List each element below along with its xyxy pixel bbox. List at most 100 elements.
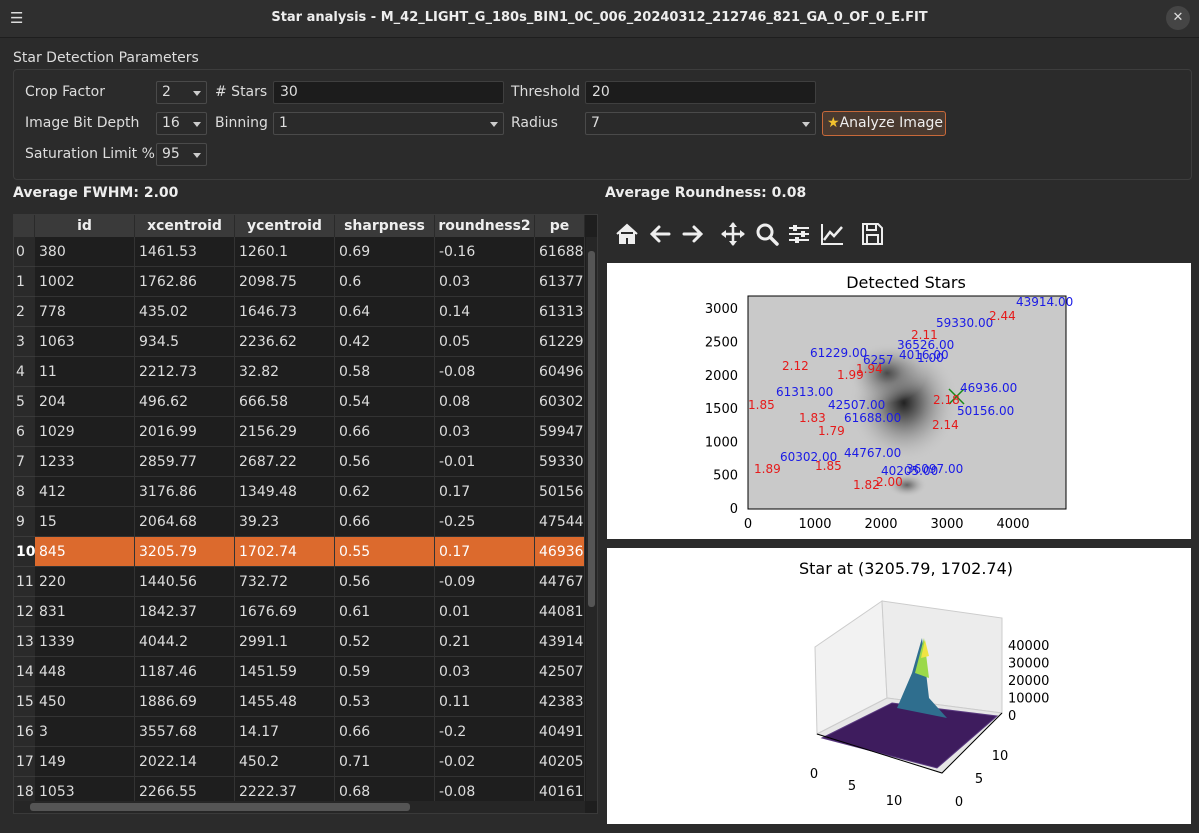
table-cell[interactable]: 0.11: [435, 687, 535, 717]
table-cell[interactable]: 412: [35, 477, 135, 507]
table-cell[interactable]: 61688.: [535, 237, 585, 267]
table-cell[interactable]: 1063: [35, 327, 135, 357]
table-cell[interactable]: 0.56: [335, 447, 435, 477]
zoom-icon[interactable]: [753, 220, 781, 248]
table-cell[interactable]: 0.69: [335, 237, 435, 267]
table-row[interactable]: 1233 2859.77 2687.22 0.56 -0.01 59330.: [35, 447, 585, 477]
table-cell[interactable]: 2859.77: [135, 447, 235, 477]
table-cell[interactable]: 0.01: [435, 597, 535, 627]
table-row[interactable]: 11 2212.73 32.82 0.58 -0.08 60496.: [35, 357, 585, 387]
table-cell[interactable]: 40205.: [535, 747, 585, 777]
radius-select[interactable]: 7: [585, 112, 816, 135]
table-cell[interactable]: 0.71: [335, 747, 435, 777]
column-header-ycentroid[interactable]: ycentroid: [235, 215, 335, 237]
table-cell[interactable]: 3557.68: [135, 717, 235, 747]
back-arrow-icon[interactable]: [647, 220, 675, 248]
table-cell[interactable]: 204: [35, 387, 135, 417]
row-header[interactable]: 2: [14, 297, 35, 327]
table-cell[interactable]: 2212.73: [135, 357, 235, 387]
table-cell[interactable]: 778: [35, 297, 135, 327]
table-row[interactable]: 220 1440.56 732.72 0.56 -0.09 44767.: [35, 567, 585, 597]
row-header[interactable]: 7: [14, 447, 35, 477]
row-header[interactable]: 10: [14, 537, 35, 567]
table-cell[interactable]: 2064.68: [135, 507, 235, 537]
table-cell[interactable]: 831: [35, 597, 135, 627]
table-cell[interactable]: 61313.: [535, 297, 585, 327]
table-cell[interactable]: 0.55: [335, 537, 435, 567]
horizontal-scrollbar[interactable]: [14, 801, 585, 813]
table-cell[interactable]: 380: [35, 237, 135, 267]
table-cell[interactable]: 0.53: [335, 687, 435, 717]
table-cell[interactable]: 60496.: [535, 357, 585, 387]
configure-subplots-icon[interactable]: [785, 220, 813, 248]
vertical-scrollbar[interactable]: [586, 237, 597, 801]
table-cell[interactable]: 2022.14: [135, 747, 235, 777]
binning-select[interactable]: 1: [273, 112, 504, 135]
pan-icon[interactable]: [719, 220, 747, 248]
table-cell[interactable]: 1233: [35, 447, 135, 477]
table-row[interactable]: 831 1842.37 1676.69 0.61 0.01 44081.: [35, 597, 585, 627]
table-cell[interactable]: 39.23: [235, 507, 335, 537]
table-cell[interactable]: -0.16: [435, 237, 535, 267]
table-cell[interactable]: -0.25: [435, 507, 535, 537]
table-cell[interactable]: 1646.73: [235, 297, 335, 327]
table-cell[interactable]: 0.59: [335, 657, 435, 687]
row-header[interactable]: 0: [14, 237, 35, 267]
table-cell[interactable]: 1349.48: [235, 477, 335, 507]
table-cell[interactable]: 43914.: [535, 627, 585, 657]
table-cell[interactable]: 59330.: [535, 447, 585, 477]
table-row[interactable]: 149 2022.14 450.2 0.71 -0.02 40205.: [35, 747, 585, 777]
table-cell[interactable]: 496.62: [135, 387, 235, 417]
column-header-roundness2[interactable]: roundness2: [435, 215, 535, 237]
table-cell[interactable]: 0.66: [335, 717, 435, 747]
table-cell[interactable]: 40491.: [535, 717, 585, 747]
table-cell[interactable]: 1260.1: [235, 237, 335, 267]
table-cell[interactable]: 0.03: [435, 267, 535, 297]
table-cell[interactable]: -0.2: [435, 717, 535, 747]
row-header[interactable]: 4: [14, 357, 35, 387]
table-row[interactable]: 448 1187.46 1451.59 0.59 0.03 42507.: [35, 657, 585, 687]
row-header[interactable]: 13: [14, 627, 35, 657]
table-cell[interactable]: 2687.22: [235, 447, 335, 477]
table-cell[interactable]: 149: [35, 747, 135, 777]
table-cell[interactable]: 32.82: [235, 357, 335, 387]
table-cell[interactable]: 0.17: [435, 477, 535, 507]
table-cell[interactable]: 2098.75: [235, 267, 335, 297]
table-row[interactable]: 412 3176.86 1349.48 0.62 0.17 50156.: [35, 477, 585, 507]
table-cell[interactable]: 1702.74: [235, 537, 335, 567]
row-header[interactable]: 11: [14, 567, 35, 597]
table-cell[interactable]: 0.17: [435, 537, 535, 567]
table-cell[interactable]: 0.66: [335, 507, 435, 537]
forward-arrow-icon[interactable]: [678, 220, 706, 248]
table-cell[interactable]: 0.42: [335, 327, 435, 357]
row-header[interactable]: 3: [14, 327, 35, 357]
table-cell[interactable]: -0.09: [435, 567, 535, 597]
table-cell[interactable]: 15: [35, 507, 135, 537]
table-cell[interactable]: 1461.53: [135, 237, 235, 267]
threshold-input[interactable]: 20: [585, 81, 816, 104]
table-cell[interactable]: 0.58: [335, 357, 435, 387]
table-cell[interactable]: 1886.69: [135, 687, 235, 717]
table-cell[interactable]: 1455.48: [235, 687, 335, 717]
table-cell[interactable]: 1676.69: [235, 597, 335, 627]
row-header[interactable]: 6: [14, 417, 35, 447]
table-cell[interactable]: 845: [35, 537, 135, 567]
table-cell[interactable]: 0.6: [335, 267, 435, 297]
table-cell[interactable]: 61229.: [535, 327, 585, 357]
table-cell[interactable]: 2156.29: [235, 417, 335, 447]
table-cell[interactable]: 0.03: [435, 657, 535, 687]
table-cell[interactable]: 2991.1: [235, 627, 335, 657]
table-row[interactable]: 380 1461.53 1260.1 0.69 -0.16 61688.: [35, 237, 585, 267]
table-cell[interactable]: 1440.56: [135, 567, 235, 597]
table-cell[interactable]: 46936.: [535, 537, 585, 567]
table-cell[interactable]: 0.52: [335, 627, 435, 657]
table-cell[interactable]: 450: [35, 687, 135, 717]
table-row[interactable]: 3 3557.68 14.17 0.66 -0.2 40491.: [35, 717, 585, 747]
table-cell[interactable]: -0.08: [435, 357, 535, 387]
table-cell[interactable]: 220: [35, 567, 135, 597]
table-cell[interactable]: 2016.99: [135, 417, 235, 447]
table-cell[interactable]: 47544.: [535, 507, 585, 537]
saturation-select[interactable]: 95: [156, 143, 207, 166]
column-header-pe[interactable]: pe: [535, 215, 585, 237]
table-cell[interactable]: -0.01: [435, 447, 535, 477]
